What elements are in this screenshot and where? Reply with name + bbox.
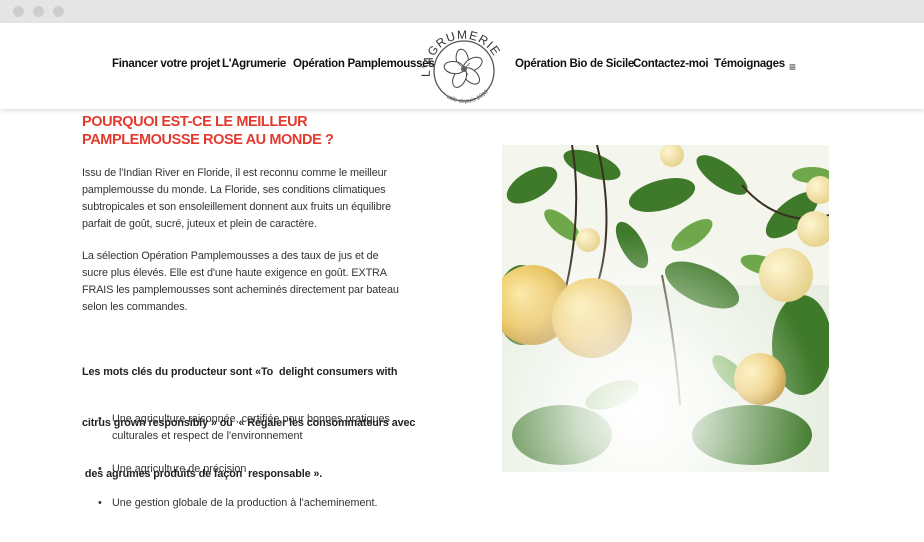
text-line: selon les commandes. — [82, 301, 188, 313]
paragraph-intro: Issu de l'Indian River en Floride, il es… — [82, 165, 412, 233]
text-line: parfait de goût, sucré, juteux et plein … — [82, 218, 317, 230]
text-line: Issu de l'Indian River en Floride, il es… — [82, 167, 388, 179]
text-line: pamplemousse du monde. La Floride, ses c… — [82, 184, 386, 196]
flower-icon — [443, 48, 483, 88]
agrumerie-logo[interactable]: L'AGRUMERIE utile depuis 1990 — [418, 23, 510, 109]
text-line: Une agriculture raisonnée, certifiée pou… — [112, 413, 390, 425]
site-header: Financer votre projet L'Agrumerie Opérat… — [0, 23, 924, 109]
grapefruit-tree-photo — [502, 145, 829, 472]
nav-temoignages[interactable]: Témoignages — [714, 58, 785, 70]
window-maximize-dot[interactable] — [53, 6, 64, 17]
article-title: POURQUOI EST-CE LE MEILLEUR PAMPLEMOUSSE… — [82, 114, 334, 148]
nav-operation-bio-sicile[interactable]: Opération Bio de Sicile — [515, 58, 634, 70]
paragraph-selection: La sélection Opération Pamplemousses a d… — [82, 248, 412, 316]
nav-operation-pamplemousses[interactable]: Opération Pamplemousses — [293, 58, 435, 70]
logo-tagline: utile depuis 1990 — [446, 89, 490, 105]
text-line: FRAIS les pamplemousses sont acheminés d… — [82, 284, 399, 296]
text-line: Les mots clés du producteur sont «To del… — [82, 366, 398, 378]
nav-agrumerie[interactable]: L'Agrumerie — [222, 58, 286, 70]
svg-text:utile depuis 1990: utile depuis 1990 — [446, 89, 490, 105]
text-line: Une gestion globale de la production à l… — [112, 497, 378, 509]
text-line: La sélection Opération Pamplemousses a d… — [82, 250, 379, 262]
text-line: sucre plus élevés. Elle est d'une haute … — [82, 267, 387, 279]
window-close-dot[interactable] — [13, 6, 24, 17]
main-content: POURQUOI EST-CE LE MEILLEUR PAMPLEMOUSSE… — [0, 109, 924, 542]
browser-chrome — [0, 0, 924, 23]
nav-financer[interactable]: Financer votre projet — [112, 58, 220, 70]
text-line: culturales et respect de l'environnement — [112, 430, 303, 442]
menu-icon[interactable]: ≡ — [789, 60, 796, 74]
text-line: Une agriculture de précision — [112, 463, 247, 475]
text-line: subtropicales et son ensoleillement donn… — [82, 201, 392, 213]
window-minimize-dot[interactable] — [33, 6, 44, 17]
nav-contact[interactable]: Contactez-moi — [633, 58, 709, 70]
